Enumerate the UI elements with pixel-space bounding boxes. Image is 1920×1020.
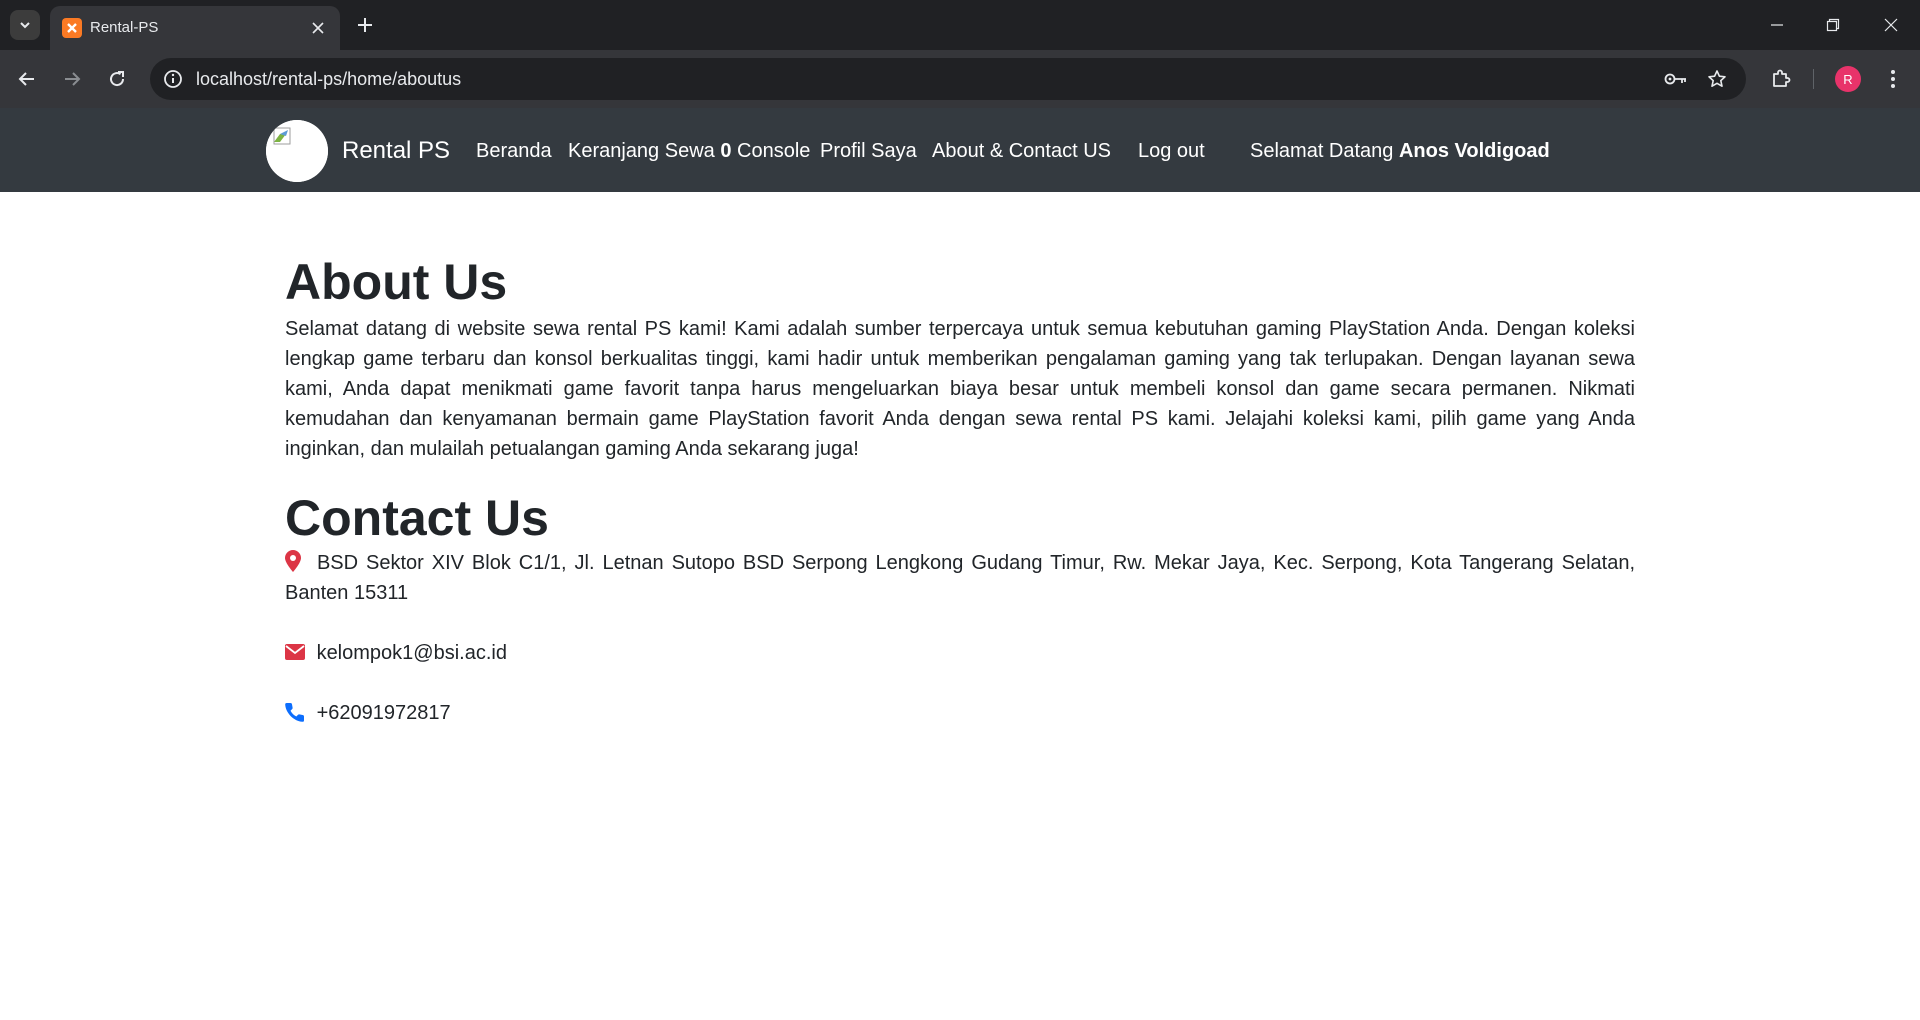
back-button[interactable] <box>12 64 42 94</box>
reload-button[interactable] <box>102 64 132 94</box>
extensions-button[interactable] <box>1766 64 1796 94</box>
close-icon <box>312 22 324 34</box>
browser-toolbar: localhost/rental-ps/home/aboutus R <box>0 50 1920 108</box>
tab-search-button[interactable] <box>10 10 40 40</box>
envelope-icon <box>285 643 305 660</box>
kebab-menu-icon <box>1891 70 1895 88</box>
cart-label: Keranjang Sewa <box>568 140 715 162</box>
main-content: About Us Selamat datang di website sewa … <box>285 252 1635 728</box>
contact-address: BSD Sektor XIV Blok C1/1, Jl. Letnan Sut… <box>285 548 1635 608</box>
welcome-prefix: Selamat Datang <box>1250 140 1394 162</box>
broken-image-icon <box>266 120 328 182</box>
nav-link-home[interactable]: Beranda <box>476 139 552 163</box>
email-link[interactable]: kelompok1@bsi.ac.id <box>317 642 507 664</box>
site-info-icon[interactable] <box>162 68 184 90</box>
minimize-icon <box>1771 24 1783 26</box>
about-text: Selamat datang di website sewa rental PS… <box>285 318 1635 460</box>
browser-tab-bar: Rental-PS <box>0 0 1920 50</box>
nav-link-profile[interactable]: Profil Saya <box>820 139 917 163</box>
xampp-favicon-icon <box>62 18 82 38</box>
profile-avatar[interactable]: R <box>1835 66 1861 92</box>
password-key-icon[interactable] <box>1664 68 1688 90</box>
url-text[interactable]: localhost/rental-ps/home/aboutus <box>196 69 461 89</box>
chevron-down-icon <box>20 22 30 29</box>
nav-link-about[interactable]: About & Contact US <box>932 139 1111 163</box>
brand-logo[interactable] <box>266 120 328 182</box>
restore-button[interactable] <box>1818 10 1848 40</box>
nav-link-cart[interactable]: Keranjang Sewa 0 Console <box>568 139 810 163</box>
cart-suffix: Console <box>737 140 811 162</box>
address-text: BSD Sektor XIV Blok C1/1, Jl. Letnan Sut… <box>285 552 1635 604</box>
cart-count: 0 <box>720 140 732 162</box>
nav-link-logout[interactable]: Log out <box>1138 139 1205 163</box>
tab-close-button[interactable] <box>308 18 328 38</box>
phone-number[interactable]: +62091972817 <box>317 702 451 724</box>
forward-button[interactable] <box>57 64 87 94</box>
bookmark-star-icon[interactable] <box>1705 68 1729 90</box>
toolbar-separator <box>1813 69 1814 89</box>
phone-icon <box>285 702 305 722</box>
close-window-button[interactable] <box>1876 10 1906 40</box>
arrow-right-icon <box>65 72 81 86</box>
browser-tab[interactable]: Rental-PS <box>50 6 340 50</box>
site-navbar: Rental PS Beranda Keranjang Sewa 0 Conso… <box>0 108 1920 192</box>
new-tab-button[interactable] <box>352 12 378 38</box>
plus-icon <box>358 18 372 32</box>
contact-email: kelompok1@bsi.ac.id <box>285 638 1635 668</box>
puzzle-icon <box>1773 69 1791 87</box>
close-icon <box>1884 18 1898 32</box>
contact-phone: +62091972817 <box>285 698 1635 728</box>
welcome-text: Selamat Datang Anos Voldigoad <box>1250 139 1550 163</box>
arrow-left-icon <box>18 72 34 86</box>
about-title: About Us <box>285 254 508 310</box>
restore-icon <box>1826 18 1840 32</box>
address-bar[interactable]: localhost/rental-ps/home/aboutus <box>150 58 1746 100</box>
reload-icon <box>110 71 125 87</box>
brand-name[interactable]: Rental PS <box>342 137 450 165</box>
minimize-button[interactable] <box>1762 10 1792 40</box>
tab-title: Rental-PS <box>90 19 159 36</box>
map-marker-icon <box>285 549 301 572</box>
username: Anos Voldigoad <box>1398 140 1550 162</box>
contact-title: Contact Us <box>285 490 549 546</box>
browser-menu-button[interactable] <box>1878 64 1908 94</box>
